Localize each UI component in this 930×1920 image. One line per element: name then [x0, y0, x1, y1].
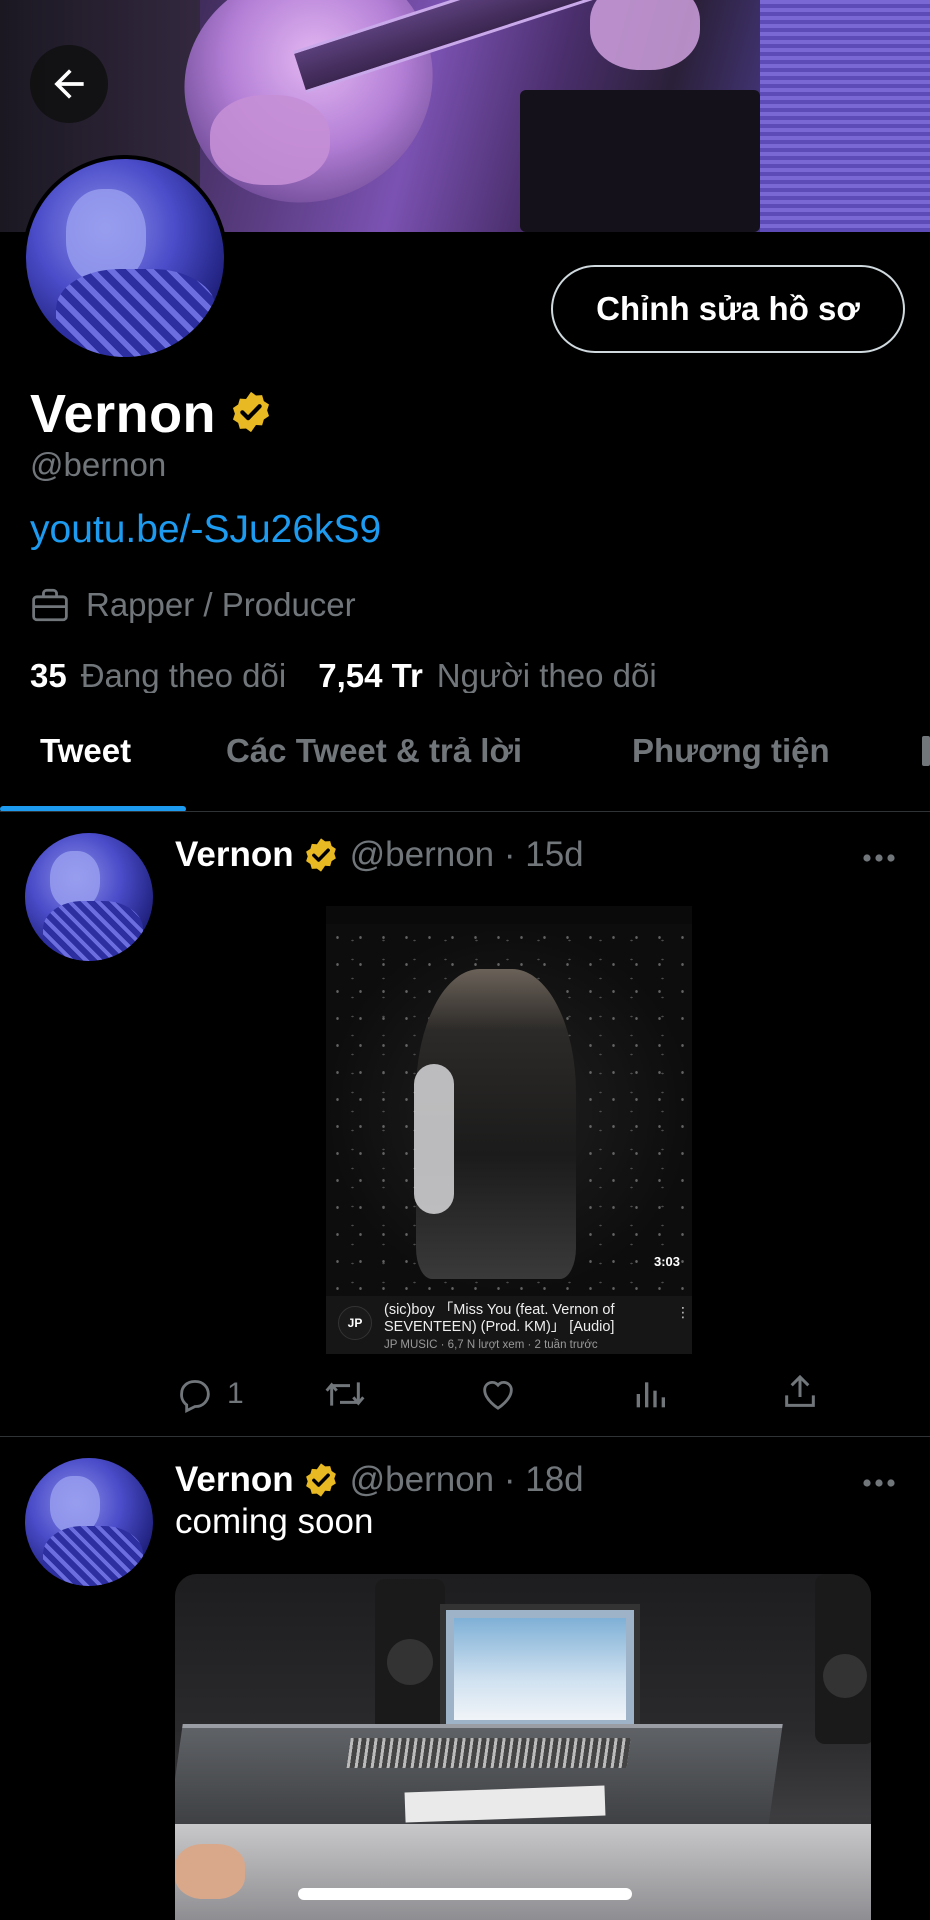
home-indicator[interactable] [298, 1888, 632, 1900]
like-icon [483, 1380, 513, 1410]
like-button[interactable] [477, 1374, 519, 1414]
retweet-button[interactable] [323, 1374, 367, 1414]
profile-avatar[interactable] [22, 155, 228, 361]
followers-label[interactable]: Người theo dõi [437, 657, 657, 693]
tweet-meta: @bernon · 18d [349, 1460, 584, 1499]
following-count[interactable]: 35 [30, 657, 67, 693]
video-info: JP (sic)boy 「Miss You (feat. Vernon of S… [326, 1296, 692, 1354]
reply-button[interactable]: 1 [175, 1374, 244, 1414]
tweet-author-name[interactable]: Vernon [175, 835, 294, 875]
tweet-avatar[interactable] [25, 1458, 153, 1586]
tab-overflow-hint [922, 736, 930, 766]
back-arrow-icon [54, 69, 84, 99]
views-button[interactable] [630, 1374, 670, 1414]
tweet-meta: @bernon · 15d [349, 835, 584, 874]
video-thumbnail [326, 924, 692, 1296]
reply-count: 1 [227, 1377, 244, 1410]
tab-media[interactable]: Phương tiện [632, 700, 830, 770]
retweet-icon [325, 1382, 365, 1406]
edit-profile-button[interactable]: Chỉnh sửa hồ sơ [551, 265, 905, 353]
job-label: Rapper / Producer [86, 586, 356, 623]
video-title: (sic)boy 「Miss You (feat. Vernon of SEVE… [384, 1302, 615, 1335]
followers-count[interactable]: 7,54 Tr [318, 657, 423, 693]
video-more-icon[interactable]: ⋮ [676, 1304, 690, 1321]
tabs-divider [0, 811, 930, 812]
profile-job: Rapper / Producer [30, 586, 356, 624]
verified-badge-icon [305, 1463, 336, 1497]
following-label[interactable]: Đang theo dõi [81, 657, 287, 693]
more-icon[interactable] [862, 1475, 896, 1493]
tab-tweet[interactable]: Tweet [40, 700, 131, 770]
tweet-text: coming soon [175, 1502, 374, 1541]
profile-name-row: Vernon [30, 383, 274, 445]
share-icon [785, 1374, 815, 1407]
tweet-author-name[interactable]: Vernon [175, 1460, 294, 1500]
tweet-header: Vernon @bernon · 18d [175, 1460, 584, 1500]
briefcase-icon [32, 588, 68, 622]
video-duration: 3:03 [653, 1254, 680, 1269]
profile-stats: 35 Đang theo dõi 7,54 Tr Người theo dõi [30, 657, 689, 693]
profile-handle: @bernon [30, 446, 167, 483]
back-button[interactable] [30, 45, 108, 123]
more-icon[interactable] [862, 850, 896, 868]
views-icon [636, 1382, 665, 1408]
tweet-avatar[interactable] [25, 833, 153, 961]
tweet-photo[interactable] [175, 1574, 871, 1920]
tab-tweets-replies[interactable]: Các Tweet & trả lời [226, 700, 522, 770]
display-name: Vernon [30, 384, 217, 444]
tweet-divider [0, 1436, 930, 1437]
video-subtitle: JP MUSIC · 6,7 N lượt xem · 2 tuần trước [384, 1339, 598, 1351]
reply-icon [180, 1380, 210, 1413]
video-card[interactable]: 3:03 JP (sic)boy 「Miss You (feat. Vernon… [326, 906, 692, 1354]
verified-badge-icon [228, 389, 274, 440]
verified-badge-icon [305, 838, 336, 872]
profile-link[interactable]: youtu.be/-SJu26kS9 [30, 508, 381, 552]
tweet-header: Vernon @bernon · 15d [175, 835, 584, 875]
channel-logo: JP [338, 1306, 372, 1340]
share-button[interactable] [780, 1372, 820, 1412]
